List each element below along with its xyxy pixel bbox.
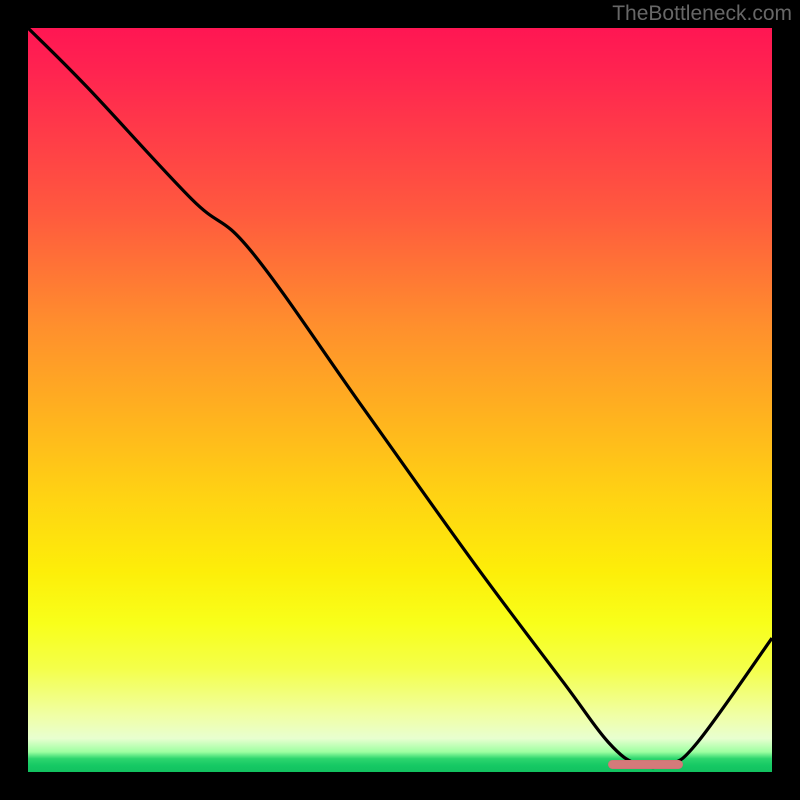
watermark-text: TheBottleneck.com xyxy=(612,2,792,26)
optimal-range-marker xyxy=(608,760,682,769)
chart-plot-area xyxy=(28,28,772,772)
chart-background-gradient xyxy=(28,28,772,772)
